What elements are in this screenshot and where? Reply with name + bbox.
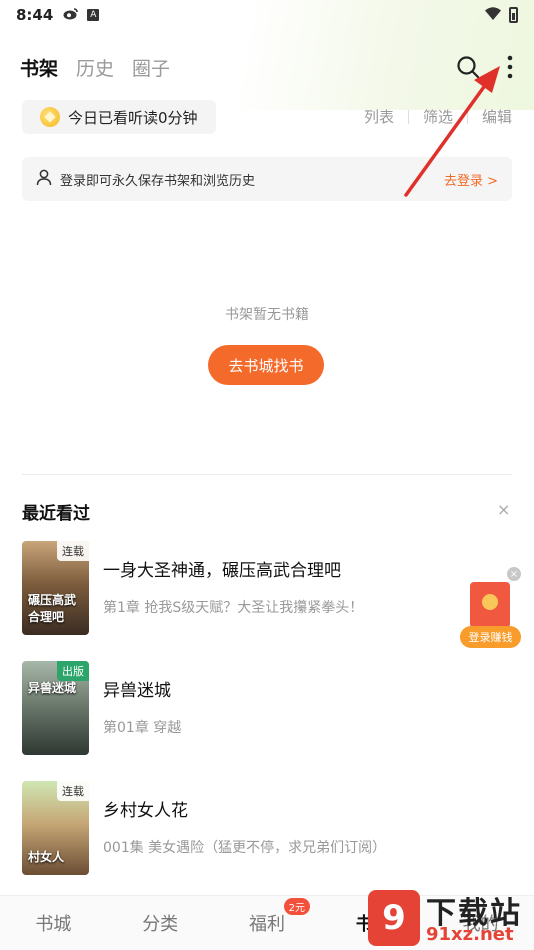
close-recent-icon[interactable]: ×: [497, 500, 510, 519]
recent-book-item[interactable]: 出版 异兽迷城 异兽迷城 第01章 穿越: [22, 661, 492, 755]
more-options-icon[interactable]: [506, 55, 514, 79]
reading-time-badge[interactable]: 今日已看听读0分钟: [22, 100, 216, 134]
book-chapter: 第01章 穿越: [103, 720, 182, 736]
status-bar: 8:44 A: [0, 0, 534, 30]
filter-button[interactable]: 筛选: [423, 106, 453, 127]
find-books-button[interactable]: 去书城找书: [208, 345, 324, 385]
shelf-view-options: 列表 筛选 编辑: [364, 106, 512, 127]
book-status-tag: 出版: [57, 661, 89, 681]
login-prompt-text: 登录即可永久保存书架和浏览历史: [60, 173, 256, 189]
reading-time-label: 今日已看听读0分钟: [68, 108, 198, 127]
cover-art-text: 异兽迷城: [28, 681, 77, 695]
tab-bookshelf[interactable]: 书架: [20, 54, 58, 81]
top-navigation: 书架 历史 圈子: [0, 48, 534, 86]
recent-book-item[interactable]: 连载 碾压高武 合理吧 一身大圣神通，碾压高武合理吧 第1章 抢我S级天赋？大圣…: [22, 541, 492, 635]
recent-book-item[interactable]: 连载 村女人 乡村女人花 001集 美女遇险（猛更不停，求兄弟们订阅）: [22, 781, 492, 875]
app-notification-icon: A: [87, 9, 100, 21]
go-login-link[interactable]: 去登录 >: [444, 170, 498, 189]
watermark-logo: 9: [368, 890, 420, 946]
book-cover: 连载 村女人: [22, 781, 89, 875]
divider: [466, 109, 468, 124]
edit-button[interactable]: 编辑: [482, 106, 512, 127]
list-view-button[interactable]: 列表: [364, 106, 394, 127]
watermark-url: 91xz.net: [426, 924, 514, 945]
book-title: 一身大圣神通，碾压高武合理吧: [103, 561, 341, 581]
cover-art-text: 碾压高武 合理吧: [28, 593, 77, 624]
user-icon: [36, 169, 52, 190]
coin-icon: [40, 107, 60, 127]
book-title: 异兽迷城: [103, 681, 171, 701]
tab-circle[interactable]: 圈子: [132, 54, 170, 81]
login-prompt-bar[interactable]: 登录即可永久保存书架和浏览历史 去登录 >: [22, 157, 512, 201]
tab-history[interactable]: 历史: [76, 54, 114, 81]
status-time: 8:44: [16, 6, 54, 24]
red-packet-icon[interactable]: [470, 582, 510, 628]
battery-icon: [509, 7, 518, 23]
login-earn-button[interactable]: 登录赚钱: [460, 626, 521, 648]
book-status-tag: 连载: [57, 781, 89, 801]
close-promo-icon[interactable]: ×: [507, 567, 521, 581]
book-cover: 连载 碾压高武 合理吧: [22, 541, 89, 635]
book-chapter: 第1章 抢我S级天赋？大圣让我攥紧拳头！: [103, 600, 364, 616]
nav-welfare[interactable]: 福利 2元: [214, 898, 321, 936]
cover-art-text: 村女人: [28, 850, 65, 864]
nav-bookstore[interactable]: 书城: [0, 910, 107, 936]
divider: [407, 109, 409, 124]
empty-shelf-text: 书架暂无书籍: [225, 307, 309, 323]
book-status-tag: 连载: [57, 541, 89, 561]
section-divider: [22, 474, 512, 475]
site-watermark: 9 下载站 91xz.net: [368, 886, 534, 950]
wifi-icon: [485, 6, 501, 24]
weibo-icon: [63, 7, 79, 24]
nav-category[interactable]: 分类: [107, 910, 214, 936]
welfare-badge: 2元: [283, 898, 310, 915]
book-cover: 出版 异兽迷城: [22, 661, 89, 755]
book-title: 乡村女人花: [103, 801, 188, 821]
recent-section-title: 最近看过: [22, 504, 90, 524]
search-icon[interactable]: [456, 55, 480, 79]
nav-welfare-label: 福利: [248, 914, 285, 935]
book-chapter: 001集 美女遇险（猛更不停，求兄弟们订阅）: [103, 840, 387, 856]
